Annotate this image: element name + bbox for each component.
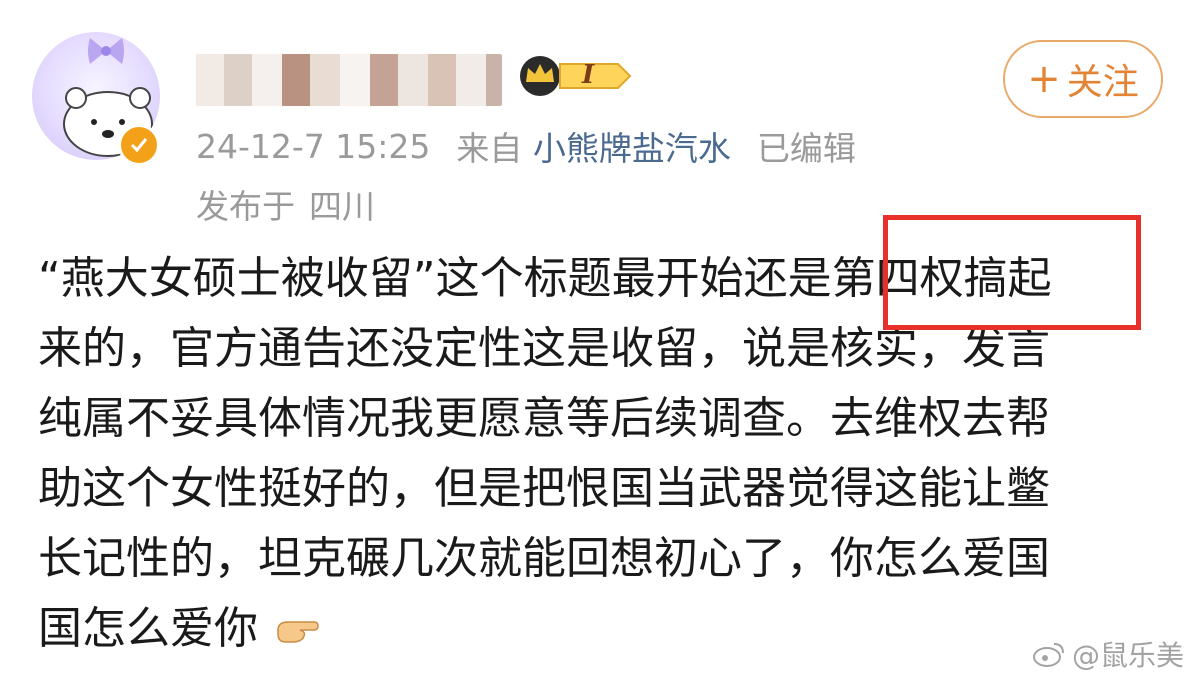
weibo-icon [1032,643,1064,667]
location-prefix: 发布于 [196,187,295,226]
username-blurred[interactable] [196,54,502,106]
crown-icon [520,56,560,96]
follow-button[interactable]: + 关注 [1003,40,1163,118]
follow-label: 关注 [1066,62,1139,103]
post-location: 发布于 四川 [196,180,375,228]
location-value: 四川 [309,187,375,226]
watermark-text: @鼠乐美 [1071,639,1184,672]
watermark: @鼠乐美 [1032,634,1184,674]
post-timestamp: 24-12-7 15:25 [196,126,431,166]
verified-icon [118,124,160,166]
bow-icon [88,38,124,64]
edited-label[interactable]: 已编辑 [757,122,856,170]
post-meta: 24-12-7 15:25 来自 小熊牌盐汽水 已编辑 [196,122,856,170]
plus-icon: + [1027,56,1061,102]
source-app-link[interactable]: 小熊牌盐汽水 [533,129,731,168]
post-text-line: 长记性的，坦克碾几次就能回想初心了，你怎么爱国 [38,533,1050,584]
pointing-hand-icon [277,621,319,643]
post-text-line: 纯属不妥具体情况我更愿意等后续调查。去维权去帮 [38,393,1050,444]
vip-badge[interactable] [518,54,636,98]
source-prefix: 来自 [456,129,523,168]
post-text-line: 助这个女性挺好的，但是把恨国当武器觉得这能让鳖 [38,463,1050,514]
vip-level: I [582,60,595,90]
post-text-line: 国怎么爱你 [38,603,258,654]
highlight-box [883,215,1141,330]
